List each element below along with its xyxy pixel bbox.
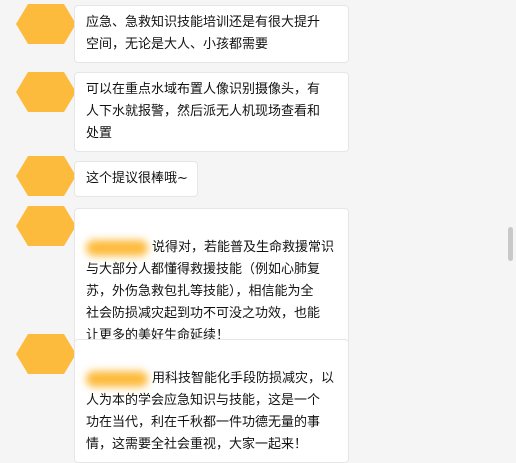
avatar	[16, 206, 76, 246]
chat-message-bubble: 说得对，若能普及生命救援常识 与大部分人都懂得救援技能（例如心肺复 苏，外伤急救…	[74, 208, 349, 354]
chat-message-bubble: 可以在重点水域布置人像识别摄像头，有 人下水就报警，然后派无人机现场查看和 处置	[74, 72, 349, 152]
chat-message-bubble: 这个提议很棒哦~	[74, 161, 198, 197]
chat-message-bubble: 应急、急救知识技能培训还是有很大提升 空间，无论是大人、小孩都需要	[74, 5, 349, 63]
redacted-username	[86, 370, 148, 387]
chat-message-bubble: 用科技智能化手段防损减灾，以 人为本的学会应急知识与技能，这是一个 功在当代，利…	[74, 339, 349, 463]
avatar	[16, 4, 76, 44]
scrollbar-thumb[interactable]	[508, 227, 513, 261]
avatar	[16, 72, 76, 112]
redacted-username	[86, 239, 148, 256]
avatar	[16, 156, 76, 196]
avatar	[16, 334, 76, 374]
